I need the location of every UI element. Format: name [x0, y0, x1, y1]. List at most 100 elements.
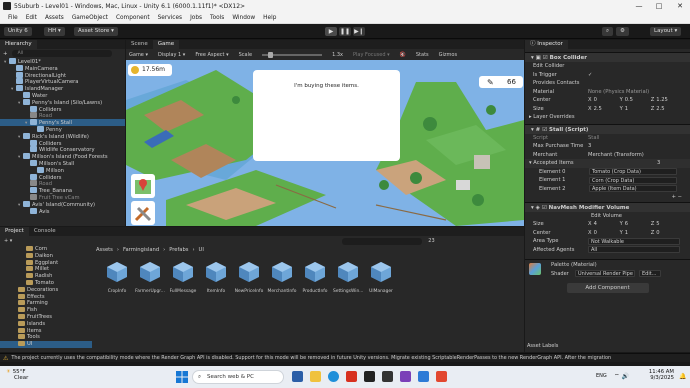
hierarchy-item[interactable]: ▾ Millson's Island (Food Forests: [0, 153, 125, 160]
tab-scene[interactable]: Scene: [126, 40, 153, 49]
hierarchy-item[interactable]: Millson: [0, 166, 125, 174]
project-folder-item[interactable]: Fish: [0, 307, 92, 314]
menu-component[interactable]: Component: [116, 13, 150, 24]
mute-icon[interactable]: 🔇: [400, 52, 406, 58]
project-folder-item[interactable]: Millet: [0, 266, 92, 273]
app-icon[interactable]: [418, 371, 429, 382]
hierarchy-item[interactable]: Wildlife Conservatory: [0, 146, 125, 153]
prefab-asset[interactable]: MerchantInfo: [267, 261, 297, 294]
hierarchy-item[interactable]: Fruit Tree vCam: [0, 193, 125, 201]
material-field[interactable]: None (Physics Material): [588, 88, 649, 97]
prefab-asset[interactable]: FullMessage: [168, 261, 198, 294]
navmesh-header[interactable]: ▾ ◈ ☑ NavMesh Modifier Volume: [525, 201, 690, 212]
prefab-asset[interactable]: ProductInfo: [300, 261, 330, 294]
wifi-volume-icon[interactable]: ⌔ 🔊: [614, 372, 629, 380]
project-folder-item[interactable]: UI: [0, 341, 92, 348]
element-object-field[interactable]: Tomato (Crop Data): [589, 168, 677, 176]
weather-widget[interactable]: ☀ 55°F Clear: [6, 369, 28, 381]
prefab-asset[interactable]: NewPriceInfo: [234, 261, 264, 294]
task-view-icon[interactable]: [292, 371, 303, 382]
provides-contacts-row[interactable]: Provides Contacts: [525, 79, 690, 88]
asset-labels-label[interactable]: Asset Labels: [527, 343, 558, 349]
taskbar-search[interactable]: ⌕ Search web & PC: [192, 370, 284, 384]
accepted-items-count[interactable]: 3: [657, 159, 660, 168]
project-add-button[interactable]: + ▾: [4, 238, 12, 244]
play-button[interactable]: ▶: [325, 27, 337, 36]
nav-center-x-field[interactable]: 0: [594, 229, 620, 238]
hierarchy-item[interactable]: MainCamera: [0, 64, 125, 72]
close-button[interactable]: ✕: [673, 2, 687, 11]
file-explorer-icon[interactable]: [310, 371, 321, 382]
list-add-remove[interactable]: + −: [525, 193, 690, 202]
menu-gameobject[interactable]: GameObject: [72, 13, 108, 24]
project-folder-item[interactable]: Radish: [0, 273, 92, 280]
hierarchy-item[interactable]: DirectionalLight: [0, 71, 125, 79]
element-object-field[interactable]: Corn (Crop Data): [589, 176, 677, 184]
menu-window[interactable]: Window: [232, 13, 255, 24]
nav-center-y-field[interactable]: 1: [625, 229, 651, 238]
prefab-asset[interactable]: CropInfo: [102, 261, 132, 294]
asset-store-button[interactable]: Asset Store ▾: [74, 27, 118, 36]
windows-start-icon[interactable]: [176, 371, 188, 383]
step-button[interactable]: ▶❙: [353, 27, 365, 36]
menu-assets[interactable]: Assets: [45, 13, 64, 24]
project-search-input[interactable]: [342, 237, 423, 245]
language-indicator[interactable]: ENG: [596, 373, 607, 379]
account-button[interactable]: HH ▾: [44, 27, 65, 36]
prefab-asset[interactable]: SettingsWin...: [333, 261, 363, 294]
hierarchy-item[interactable]: PlayerVirtualCamera: [0, 78, 125, 85]
hierarchy-item[interactable]: ▾ Penny's Stall: [0, 119, 125, 126]
hierarchy-item[interactable]: ▾ IslandManager: [0, 85, 125, 92]
hierarchy-item[interactable]: Road: [0, 180, 125, 187]
breadcrumb-prefabs[interactable]: Prefabs: [169, 247, 188, 253]
hierarchy-item[interactable]: Tree_Banana: [0, 187, 125, 194]
console-warning-bar[interactable]: ⚠ The project currently uses the compati…: [0, 353, 690, 362]
stats-button[interactable]: Stats: [416, 52, 429, 58]
gizmos-button[interactable]: Gizmos: [439, 52, 457, 58]
project-folder-item[interactable]: Items: [0, 327, 92, 335]
taskbar-clock[interactable]: 11:46 AM 9/3/2025: [640, 369, 674, 381]
prefab-asset[interactable]: FarmerUpgr...: [135, 261, 165, 294]
tab-project[interactable]: Project: [0, 227, 29, 236]
merchant-field[interactable]: Merchant (Transform): [588, 151, 644, 160]
play-focused-dropdown[interactable]: Play Focused ▾: [353, 52, 390, 58]
game-mode-dropdown[interactable]: Game ▾: [129, 52, 148, 58]
project-folder-item[interactable]: Islands: [0, 320, 92, 328]
box-collider-header[interactable]: ▾ ▣ ☑ Box Collider: [525, 52, 690, 62]
hierarchy-item[interactable]: Colliders: [0, 173, 125, 181]
menu-edit[interactable]: Edit: [26, 13, 37, 24]
edit-volume-row[interactable]: Edit Volume: [525, 212, 690, 221]
prefab-asset[interactable]: UIManager: [366, 261, 396, 294]
layout-dropdown[interactable]: Layout ▾: [650, 27, 682, 36]
maximize-button[interactable]: □: [652, 2, 666, 11]
project-folder-item[interactable]: Tomato: [0, 279, 92, 287]
display-dropdown[interactable]: Display 1 ▾: [158, 52, 185, 58]
center-x-field[interactable]: 0: [594, 96, 620, 105]
project-folder-item[interactable]: Tools: [0, 334, 92, 341]
minimize-button[interactable]: —: [632, 2, 646, 11]
scale-slider-handle[interactable]: [268, 51, 274, 58]
project-folder-item[interactable]: Decorations: [0, 286, 92, 294]
project-folder-item[interactable]: Daikon: [0, 252, 92, 260]
breadcrumb-ui[interactable]: UI: [199, 247, 204, 253]
nav-size-z-field[interactable]: 5: [656, 220, 676, 229]
tab-game[interactable]: Game: [152, 40, 180, 49]
max-purchase-field[interactable]: 3: [588, 142, 591, 151]
menu-help[interactable]: Help: [263, 13, 276, 24]
tab-inspector[interactable]: ⓘ Inspector: [525, 40, 568, 49]
hierarchy-item[interactable]: ▾ Rick's Island (Wildlife): [0, 132, 125, 140]
tab-hierarchy[interactable]: Hierarchy: [0, 40, 37, 49]
shader-dropdown[interactable]: Universal Render Pipe: [575, 270, 635, 277]
search-toolbar-button[interactable]: ⌕: [602, 27, 614, 36]
notification-bell-icon[interactable]: 🔔: [679, 373, 686, 380]
hierarchy-item[interactable]: ▾ Penny's Island (Silo/Lawns): [0, 98, 125, 106]
project-folder-item[interactable]: Eggplant: [0, 259, 92, 267]
menu-jobs[interactable]: Jobs: [190, 13, 202, 24]
aspect-dropdown[interactable]: Free Aspect ▾: [195, 52, 228, 58]
center-y-field[interactable]: 0.5: [625, 96, 651, 105]
shader-edit-button[interactable]: Edit...: [639, 270, 661, 277]
size-x-field[interactable]: 2.5: [594, 105, 620, 114]
affected-agents-dropdown[interactable]: All: [588, 246, 680, 254]
edit-collider-row[interactable]: Edit Collider: [525, 62, 690, 71]
add-component-button[interactable]: Add Component: [566, 283, 649, 293]
